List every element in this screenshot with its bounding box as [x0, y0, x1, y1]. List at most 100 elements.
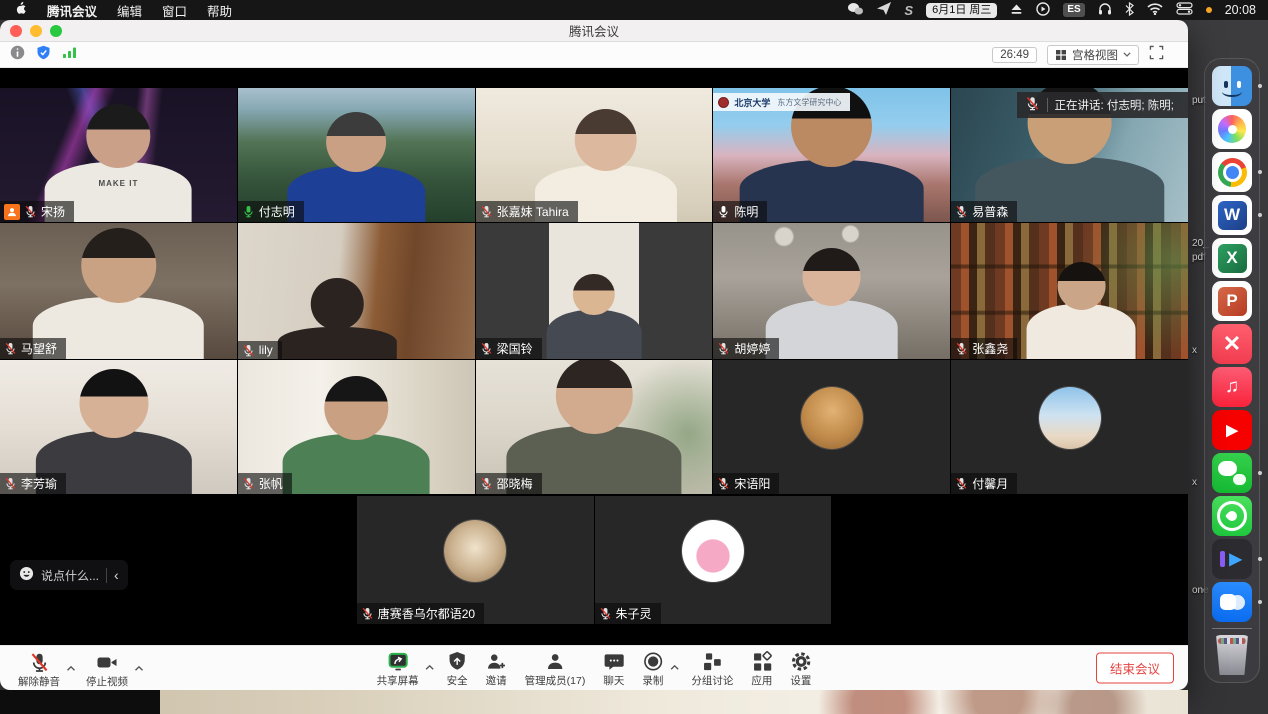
finder-dock-icon[interactable]	[1212, 66, 1252, 106]
notification-dot	[1206, 7, 1212, 13]
video-grid-area: MAKE IT宋扬付志明张嘉妹 Tahira北京大学东方文学研究中心陈明易普森马…	[0, 68, 1188, 645]
mic-status-icon	[480, 342, 493, 355]
menu-edit[interactable]: 编辑	[117, 1, 142, 20]
participant-name: 付馨月	[972, 475, 1008, 492]
invite-button[interactable]: 邀请	[480, 646, 513, 688]
video-tile[interactable]: 北京大学东方文学研究中心陈明	[713, 88, 950, 222]
end-meeting-button[interactable]: 结束会议	[1096, 653, 1174, 684]
video-tile[interactable]: 梁国铃	[476, 223, 713, 359]
photos-dock-icon[interactable]	[1212, 109, 1252, 149]
wifi-icon[interactable]	[1147, 3, 1163, 18]
youtube-dock-icon[interactable]: ▶	[1212, 410, 1252, 450]
participant-label: 唐赛香乌尔都语20	[357, 603, 484, 624]
video-tile[interactable]: 朱子灵	[595, 496, 832, 624]
close-window-button[interactable]	[10, 25, 22, 37]
stop-video-button[interactable]: 停止视频	[80, 647, 134, 689]
mic-status-icon	[4, 342, 17, 355]
share-screen-chevron-up-icon[interactable]	[425, 658, 435, 676]
participant-label: 张嘉妹 Tahira	[476, 201, 578, 222]
music-dock-icon[interactable]: ♫	[1212, 367, 1252, 407]
unmute-button[interactable]: 解除静音	[12, 647, 66, 689]
participant-name: 张嘉妹 Tahira	[497, 203, 569, 220]
word-dock-icon[interactable]: W	[1212, 195, 1252, 235]
desktop: 腾讯会议 编辑 窗口 帮助 S 6月1日 周三 ES	[0, 0, 1268, 714]
apps-button[interactable]: 应用	[745, 646, 778, 688]
apple-logo-icon[interactable]	[14, 1, 27, 19]
window-titlebar: 腾讯会议	[0, 20, 1188, 42]
emoji-icon[interactable]	[19, 566, 34, 584]
gear-icon	[790, 651, 811, 672]
s-app-icon[interactable]: S	[904, 3, 913, 18]
record-button[interactable]: 录制	[636, 646, 669, 688]
video-tile[interactable]: 宋语阳	[713, 360, 950, 494]
security-button[interactable]: 安全	[441, 646, 474, 688]
video-tile[interactable]: 马望舒	[0, 223, 237, 359]
unmute-chevron-up-icon[interactable]	[66, 659, 76, 677]
participant-label: 胡婷婷	[713, 338, 779, 359]
excel-dock-icon[interactable]: X	[1212, 238, 1252, 278]
shield-icon[interactable]	[36, 45, 51, 65]
chat-input-placeholder[interactable]: 说点什么...	[41, 567, 99, 584]
fullscreen-icon[interactable]	[1149, 45, 1164, 65]
mic-status-icon	[955, 477, 968, 490]
iina-dock-icon[interactable]: ▶	[1212, 539, 1252, 579]
participant-name: 陈明	[734, 203, 758, 220]
video-background-banner: 北京大学东方文学研究中心	[713, 93, 850, 111]
powerpoint-dock-icon[interactable]: P	[1212, 281, 1252, 321]
video-tile[interactable]: 李芳瑜	[0, 360, 237, 494]
meeting-timer: 26:49	[992, 47, 1037, 63]
menu-app-name[interactable]: 腾讯会议	[47, 1, 97, 20]
input-source-badge[interactable]: ES	[1063, 3, 1084, 17]
view-mode-dropdown[interactable]: 宫格视图	[1047, 45, 1139, 65]
record-chevron-up-icon[interactable]	[669, 658, 679, 676]
menu-help[interactable]: 帮助	[207, 1, 232, 20]
minimize-window-button[interactable]	[30, 25, 42, 37]
menu-window[interactable]: 窗口	[162, 1, 187, 20]
avatar	[801, 387, 863, 449]
collapse-chevron-icon[interactable]: ‹	[114, 568, 119, 582]
desktop-file-label-fragment: x	[1192, 345, 1197, 356]
video-tile[interactable]: 付馨月	[951, 360, 1188, 494]
zoom-window-button[interactable]	[50, 25, 62, 37]
paper-plane-icon[interactable]	[877, 2, 891, 18]
trash-dock-icon[interactable]	[1212, 635, 1252, 675]
clock[interactable]: 20:08	[1225, 3, 1256, 17]
video-tile[interactable]: lily	[238, 223, 475, 359]
display-switch-icon[interactable]	[1176, 2, 1193, 18]
quick-chat-bar[interactable]: 说点什么... ‹	[10, 560, 128, 590]
apps-icon	[751, 651, 772, 672]
mic-status-icon	[24, 205, 37, 218]
date-widget[interactable]: 6月1日 周三	[926, 3, 997, 18]
tencent-meeting-dock-icon[interactable]	[1212, 582, 1252, 622]
participant-label: 梁国铃	[476, 338, 542, 359]
settings-button[interactable]: 设置	[784, 646, 817, 688]
video-tile[interactable]: 邵晓梅	[476, 360, 713, 494]
video-tile[interactable]: MAKE IT宋扬	[0, 88, 237, 222]
share-screen-button[interactable]: 共享屏幕	[371, 646, 425, 688]
whatsapp-dock-icon[interactable]	[1212, 496, 1252, 536]
eject-icon[interactable]	[1010, 3, 1023, 18]
video-tile[interactable]: 付志明	[238, 88, 475, 222]
headphones-icon[interactable]	[1098, 2, 1112, 18]
bluetooth-icon[interactable]	[1125, 2, 1134, 19]
chrome-dock-icon[interactable]	[1212, 152, 1252, 192]
video-tile[interactable]: 张嘉妹 Tahira	[476, 88, 713, 222]
wechat-status-icon[interactable]	[847, 2, 864, 19]
avatar	[1039, 387, 1101, 449]
play-circle-icon[interactable]	[1036, 2, 1050, 19]
wechat-dock-icon[interactable]	[1212, 453, 1252, 493]
members-button[interactable]: 管理成员(17)	[519, 646, 592, 688]
video-tile[interactable]: 张鑫尧	[951, 223, 1188, 359]
chat-button[interactable]: 聊天	[597, 646, 630, 688]
network-signal-icon[interactable]	[62, 46, 77, 64]
xmind-dock-icon[interactable]: ✕	[1212, 324, 1252, 364]
info-icon[interactable]	[10, 45, 25, 65]
stop-video-chevron-up-icon[interactable]	[134, 659, 144, 677]
breakout-button[interactable]: 分组讨论	[685, 646, 739, 688]
video-tile[interactable]: 胡婷婷	[713, 223, 950, 359]
video-tile[interactable]: 张帆	[238, 360, 475, 494]
participant-label: 宋语阳	[713, 473, 779, 494]
video-tile[interactable]: 唐赛香乌尔都语20	[357, 496, 594, 624]
mic-status-icon	[480, 477, 493, 490]
mic-status-icon	[717, 342, 730, 355]
